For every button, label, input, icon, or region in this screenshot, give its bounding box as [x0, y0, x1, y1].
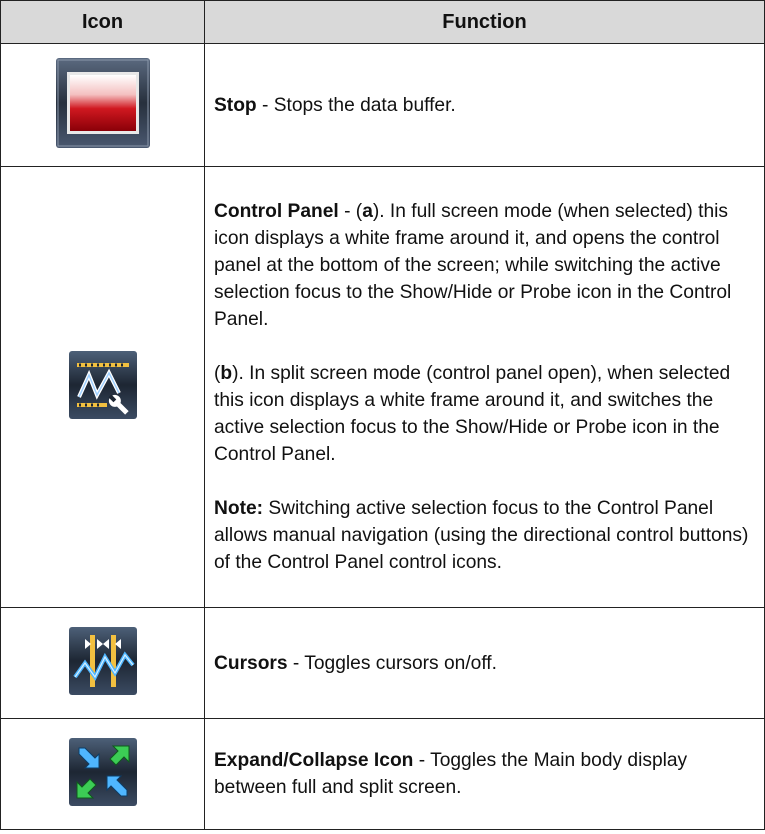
function-description: - Toggles cursors on/off.	[287, 652, 497, 674]
note-label: Note:	[214, 498, 264, 519]
icon-cell	[0, 718, 205, 830]
function-title: Expand/Collapse Icon	[214, 750, 414, 771]
function-title: Control Panel	[214, 201, 339, 222]
function-cell: Control Panel - (a). In full screen mode…	[204, 166, 765, 608]
table-row-expand-collapse: Expand/Collapse Icon - Toggles the Main …	[0, 718, 765, 830]
column-header-icon: Icon	[0, 0, 205, 44]
control-panel-icon	[68, 350, 137, 419]
table-row-stop: Stop - Stops the data buffer.	[0, 43, 765, 167]
function-cell: Stop - Stops the data buffer.	[204, 43, 765, 167]
function-title: Cursors	[214, 652, 288, 674]
control-panel-paragraph-b: (b). In split screen mode (control panel…	[214, 363, 731, 465]
control-panel-note: Note: Switching active selection focus t…	[214, 498, 749, 573]
table-header-row: Icon Function	[0, 0, 765, 44]
icon-cell	[0, 607, 205, 719]
icon-cell	[0, 43, 205, 167]
cursors-icon	[68, 626, 137, 695]
stop-icon	[55, 57, 150, 148]
control-panel-paragraph-a: Control Panel - (a). In full screen mode…	[214, 201, 732, 330]
icon-function-table: Icon Function Stop - Stops the data buff…	[0, 0, 765, 830]
table-row-cursors: Cursors - Toggles cursors on/off.	[0, 607, 765, 719]
function-description: - Stops the data buffer.	[256, 94, 456, 116]
function-cell: Expand/Collapse Icon - Toggles the Main …	[204, 718, 765, 830]
expand-collapse-icon	[68, 737, 137, 806]
function-cell: Cursors - Toggles cursors on/off.	[204, 607, 765, 719]
column-header-function: Function	[204, 0, 765, 44]
table-row-control-panel: Control Panel - (a). In full screen mode…	[0, 166, 765, 608]
icon-cell	[0, 166, 205, 608]
function-title: Stop	[214, 94, 257, 116]
